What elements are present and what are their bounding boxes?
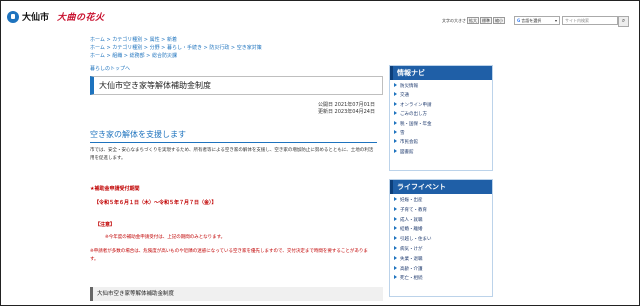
arrow-right-icon [394,226,397,231]
list-item[interactable]: 引越し・住まい [394,235,492,245]
nav-item-label: 交通 [400,93,409,99]
list-item[interactable]: 高齢・介護 [394,265,492,275]
back-to-top-link[interactable]: 暮らしのトップへ [90,65,130,72]
arrow-right-icon [394,236,397,241]
life-item-label: 妊娠・出産 [400,198,423,203]
list-item[interactable]: ごみの出し方 [394,110,492,119]
application-period-title: ★補助金申請受付期間 [90,186,140,192]
section-heading: 空き家の解体を支援します [90,130,377,143]
life-item-label: 失業・退職 [400,256,423,262]
arrow-right-icon [394,101,397,106]
arrow-right-icon [394,265,397,270]
updated-date: 更新日 2023年04月24日 [317,109,375,115]
note-text: ※申請者が多数の場合は、危険度が高いものや近隣の迷惑になっている空き家を優先しま… [90,249,368,262]
life-item-label: 死亡・相続 [400,276,423,282]
life-event-panel: ライフイベント 妊娠・出産 子育て・教育 成人・就職 結婚・離婚 引越し・住まい… [389,179,493,297]
arrow-right-icon [394,255,397,260]
life-event-list: 妊娠・出産 子育て・教育 成人・就職 結婚・離婚 引越し・住まい 病気・けが 失… [390,194,492,287]
slogan-logo[interactable]: 大曲の花火 [57,10,105,23]
list-item[interactable]: 妊娠・出産 [394,196,492,206]
life-item-label: 子育て・教育 [400,207,427,213]
arrow-right-icon [394,92,397,97]
list-item[interactable]: 結婚・離婚 [394,225,492,235]
search-icon[interactable]: ⌕ [618,16,629,27]
page-frame: 大仙市 大曲の花火 文字の大きさ 拡大 標準 縮小 G 言語を選択 ▾ サイト内… [0,0,640,306]
list-item[interactable]: 失業・退職 [394,255,492,265]
language-select[interactable]: G 言語を選択 ▾ [514,16,560,25]
arrow-right-icon [394,120,397,125]
nav-item-label: 税・国保・年金 [400,121,432,127]
arrow-right-icon [394,206,397,211]
font-size-control: 文字の大きさ 拡大 標準 縮小 [442,17,505,24]
life-item-label: 高齢・介護 [400,266,423,272]
list-item[interactable]: 市民会館 [394,138,492,147]
arrow-right-icon [394,83,397,87]
arrow-right-icon [394,197,397,201]
arrow-right-icon [394,148,397,153]
intro-text: 市では、安全・安心なまちづくりを実現するため、所有者等による空き家の解体を支援し… [90,148,374,161]
language-select-label: 言語を選択 [521,18,542,23]
info-nav-title: 情報ナビ [390,66,492,80]
list-item[interactable]: 雪 [394,129,492,138]
page-title: 大仙市空き家等解体補助金制度 [90,76,383,95]
arrow-right-icon [394,111,397,116]
published-date: 公開日 2021年07月01日 [317,102,375,108]
font-size-small-button[interactable]: 縮小 [493,17,505,24]
list-item[interactable]: オンライン申請 [394,101,492,110]
arrow-right-icon [394,130,397,135]
life-item-label: 成人・就職 [400,217,423,223]
life-item-label: 引越し・住まい [400,237,432,243]
life-item-label: 病気・けが [400,246,423,252]
breadcrumb-line[interactable]: ホーム > 組織 > 総務部 > 総合防災課 [90,52,262,60]
search-input[interactable]: サイト内検索 [562,16,618,25]
nav-item-label: 防災情報 [400,84,418,89]
nav-item-label: 図書館 [400,149,414,155]
nav-item-label: ごみの出し方 [400,112,427,118]
font-size-label: 文字の大きさ [442,17,466,23]
subsection-heading: 大仙市空き家等解体補助金制度 [90,287,383,301]
application-period: 【令和５年６月１日（木）～令和５年７月７日（金）】 [94,200,217,206]
breadcrumb: ホーム > カテゴリ種別 > 属性 > 新着 ホーム > カテゴリ種別 > 分野… [90,36,262,60]
site-logo[interactable]: 大仙市 [7,10,49,23]
city-emblem-icon [7,10,19,23]
list-item[interactable]: 子育て・教育 [394,206,492,216]
info-nav-panel: 情報ナビ 防災情報 交通 オンライン申請 ごみの出し方 税・国保・年金 雪 市民… [389,65,493,171]
info-nav-list: 防災情報 交通 オンライン申請 ごみの出し方 税・国保・年金 雪 市民会館 図書… [390,80,492,160]
nav-item-label: 市民会館 [400,140,418,146]
notes-heading: 【注意】 [95,222,116,228]
list-item[interactable]: 税・国保・年金 [394,120,492,129]
font-size-standard-button[interactable]: 標準 [480,17,492,24]
site-header: 大仙市 大曲の花火 文字の大きさ 拡大 標準 縮小 G 言語を選択 ▾ サイト内… [1,1,639,31]
breadcrumb-line[interactable]: ホーム > カテゴリ種別 > 属性 > 新着 [90,36,262,44]
arrow-right-icon [394,245,397,250]
arrow-right-icon [394,216,397,221]
list-item[interactable]: 交通 [394,91,492,100]
chevron-down-icon: ▾ [554,18,557,23]
life-event-title: ライフイベント [390,180,492,194]
list-item[interactable]: 死亡・相続 [394,274,492,284]
nav-item-label: 雪 [400,131,405,137]
logo-text: 大仙市 [22,13,50,23]
list-item[interactable]: 病気・けが [394,245,492,255]
arrow-right-icon [394,139,397,144]
list-item[interactable]: 防災情報 [394,82,492,91]
nav-item-label: オンライン申請 [400,102,432,108]
publish-dates: 公開日 2021年07月01日 更新日 2023年04月24日 [318,102,375,116]
breadcrumb-line[interactable]: ホーム > カテゴリ種別 > 分野 > 暮らし・手続き > 防災行政 > 空き家… [90,44,262,52]
note-text: ※今年度の補助金申請受付は、上記の期間のみとなります。 [105,235,226,240]
font-size-large-button[interactable]: 拡大 [467,17,479,24]
arrow-right-icon [394,275,397,280]
life-item-label: 結婚・離婚 [400,227,423,233]
list-item[interactable]: 図書館 [394,148,492,157]
list-item[interactable]: 成人・就職 [394,216,492,226]
google-icon: G [517,18,521,23]
